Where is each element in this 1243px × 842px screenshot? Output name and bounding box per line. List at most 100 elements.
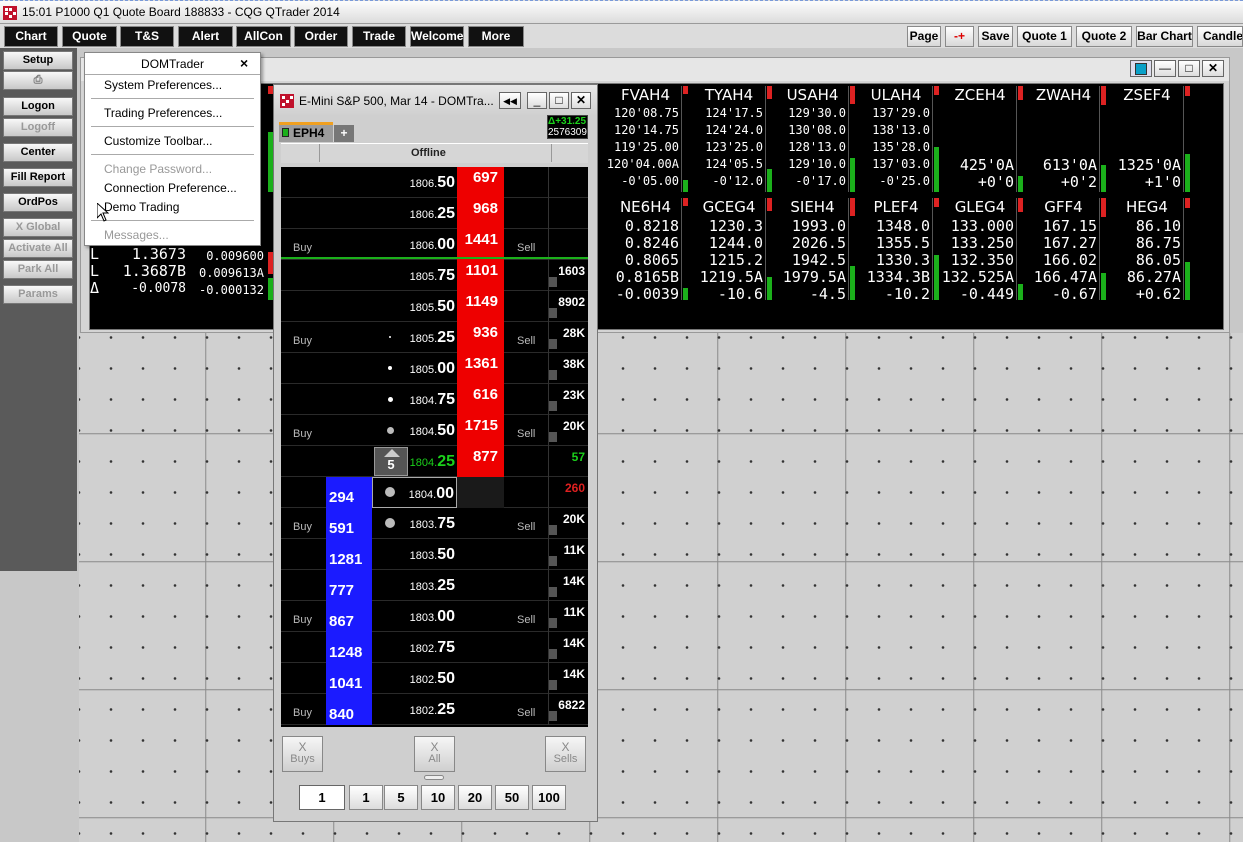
setup-button[interactable]: Setup bbox=[3, 51, 73, 70]
ladder-row[interactable]: 777 1803.25 14K bbox=[281, 570, 588, 601]
ladder-row[interactable]: 1248 1802.75 14K bbox=[281, 632, 588, 663]
quantity-preset-100[interactable]: 100 bbox=[532, 785, 566, 810]
buy-label[interactable]: Buy bbox=[293, 601, 323, 632]
ask-quantity[interactable]: 1441 bbox=[457, 229, 504, 260]
menu-quote[interactable]: Quote bbox=[62, 26, 117, 47]
dom-minimize-button[interactable]: _ bbox=[527, 92, 547, 109]
sell-label[interactable]: Sell bbox=[517, 322, 547, 353]
ask-quantity[interactable]: 1101 bbox=[457, 260, 504, 291]
bid-quantity[interactable]: 591 bbox=[326, 508, 372, 539]
menu-chart[interactable]: Chart bbox=[4, 26, 58, 47]
ladder-row[interactable]: 1804.25 877 57 bbox=[281, 446, 588, 477]
menu-ts[interactable]: T&S bbox=[120, 26, 174, 47]
quote-cell-gceg4[interactable]: GCEG4 1230.3 1244.0 1215.2 1219.5A -10.6 bbox=[690, 196, 772, 302]
ladder-row[interactable]: 1805.50 1149 8902 bbox=[281, 291, 588, 322]
link-color-button[interactable] bbox=[1130, 60, 1152, 77]
activate-all-button[interactable]: Activate All bbox=[3, 239, 73, 258]
buy-label[interactable]: Buy bbox=[293, 415, 323, 446]
ask-quantity[interactable]: 616 bbox=[457, 384, 504, 415]
splitter-handle[interactable] bbox=[424, 775, 444, 780]
bid-quantity[interactable]: 294 bbox=[326, 477, 372, 508]
quantity-preset-10[interactable]: 10 bbox=[421, 785, 455, 810]
quote-cell-ne6h4[interactable]: NE6H4 0.8218 0.8246 0.8065 0.8165B -0.0039 bbox=[607, 196, 688, 302]
dom-close-button[interactable]: ✕ bbox=[571, 92, 591, 109]
ladder-row[interactable]: 1806.50 697 bbox=[281, 167, 588, 198]
quote-cell-gleg4[interactable]: GLEG4 133.000 133.250 132.350 132.525A -0.449 bbox=[941, 196, 1023, 302]
quote-cell-plef4[interactable]: PLEF4 1348.0 1355.5 1330.3 1334.3B -10.2 bbox=[857, 196, 939, 302]
menu-item-change-password[interactable]: Change Password... bbox=[104, 162, 212, 176]
ladder-row[interactable]: Buy Sell 867 1803.00 11K bbox=[281, 601, 588, 632]
cancel-all-button[interactable]: X All bbox=[414, 736, 455, 772]
menu-allcon[interactable]: AllCon bbox=[236, 26, 291, 47]
quote-cell-heg4[interactable]: HEG4 86.10 86.75 86.05 86.27A +0.62 bbox=[1108, 196, 1190, 302]
bid-quantity[interactable]: 840 bbox=[326, 694, 372, 725]
price-ladder[interactable]: 1806.50 697 1806.25 968 Buy Sell 1806.00 1441 18… bbox=[281, 167, 588, 727]
buy-label[interactable]: Buy bbox=[293, 508, 323, 539]
menu-item-messages[interactable]: Messages... bbox=[104, 228, 169, 242]
logon-button[interactable]: Logon bbox=[3, 97, 73, 116]
sell-label[interactable]: Sell bbox=[517, 415, 547, 446]
menu-alert[interactable]: Alert bbox=[178, 26, 233, 47]
ask-quantity[interactable]: 1715 bbox=[457, 415, 504, 446]
bar-chart-button[interactable]: Bar Chart bbox=[1136, 26, 1193, 47]
ladder-row[interactable]: 1804.75 616 23K bbox=[281, 384, 588, 415]
menu-more[interactable]: More bbox=[468, 26, 524, 47]
save-button[interactable]: Save bbox=[978, 26, 1013, 47]
menu-item-connection-preference[interactable]: Connection Preference... bbox=[104, 181, 237, 195]
sell-label[interactable]: Sell bbox=[517, 229, 547, 260]
bid-quantity[interactable]: 777 bbox=[326, 570, 372, 601]
ladder-row[interactable]: Buy Sell 591 1803.75 20K bbox=[281, 508, 588, 539]
menu-trade[interactable]: Trade bbox=[352, 26, 406, 47]
menu-item-trading-preferences[interactable]: Trading Preferences... bbox=[104, 106, 222, 120]
add-tab-button[interactable]: + bbox=[334, 125, 354, 142]
quote2-button[interactable]: Quote 2 bbox=[1076, 26, 1132, 47]
quote-cell-fvah4[interactable]: FVAH4 120'08.75 120'14.75 119'25.00 120'04.0… bbox=[607, 84, 688, 194]
quantity-preset-20[interactable]: 20 bbox=[458, 785, 492, 810]
ladder-row[interactable]: 294 1804.00 260 bbox=[281, 477, 588, 508]
fill-report-button[interactable]: Fill Report bbox=[3, 168, 73, 187]
quantity-input[interactable]: 1 bbox=[299, 785, 345, 810]
sell-label[interactable]: Sell bbox=[517, 508, 547, 539]
ladder-row[interactable]: 1281 1803.50 11K bbox=[281, 539, 588, 570]
bid-quantity[interactable]: 867 bbox=[326, 601, 372, 632]
quote-cell-zwah4[interactable]: ZWAH4 613'0A +0'2 bbox=[1025, 84, 1106, 194]
buy-label[interactable]: Buy bbox=[293, 229, 323, 260]
park-all-button[interactable]: Park All bbox=[3, 260, 73, 279]
menu-item-demo-trading[interactable]: Demo Trading bbox=[104, 200, 179, 214]
quote-cell-usah4[interactable]: USAH4 129'30.0 130'08.0 128'13.0 129'10.0 -0'… bbox=[774, 84, 855, 194]
menu-item-system-preferences[interactable]: System Preferences... bbox=[104, 78, 222, 92]
ladder-row[interactable]: Buy Sell 840 1802.25 6822 bbox=[281, 694, 588, 725]
quote-cell-zsef4[interactable]: ZSEF4 1325'0A +1'0 bbox=[1108, 84, 1190, 194]
params-button[interactable]: Params bbox=[3, 285, 73, 304]
ask-quantity[interactable]: 877 bbox=[457, 446, 504, 477]
ladder-row[interactable]: Buy Sell 1804.50 1715 20K bbox=[281, 415, 588, 446]
quote-cell-ulah4[interactable]: ULAH4 137'29.0 138'13.0 135'28.0 137'03.0 -0'… bbox=[857, 84, 939, 194]
maximize-button[interactable]: □ bbox=[1178, 60, 1200, 77]
ladder-row[interactable]: Buy Sell 1805.25 936 28K bbox=[281, 322, 588, 353]
cancel-buys-button[interactable]: X Buys bbox=[282, 736, 323, 772]
close-button[interactable]: ✕ bbox=[1202, 60, 1224, 77]
candle-button[interactable]: Candle bbox=[1197, 26, 1243, 47]
quantity-preset-1[interactable]: 1 bbox=[349, 785, 383, 810]
ask-quantity[interactable]: 1149 bbox=[457, 291, 504, 322]
ordpos-button[interactable]: OrdPos bbox=[3, 193, 73, 212]
bid-quantity[interactable]: 1248 bbox=[326, 632, 372, 663]
collapse-button[interactable]: ◀◀ bbox=[499, 92, 521, 109]
quantity-preset-5[interactable]: 5 bbox=[384, 785, 418, 810]
menu-order[interactable]: Order bbox=[294, 26, 348, 47]
quantity-preset-50[interactable]: 50 bbox=[495, 785, 529, 810]
dom-maximize-button[interactable]: □ bbox=[549, 92, 569, 109]
quote-cell-sieh4[interactable]: SIEH4 1993.0 2026.5 1942.5 1979.5A -4.5 bbox=[774, 196, 855, 302]
ladder-row[interactable]: Buy Sell 1806.00 1441 bbox=[281, 229, 588, 260]
page-button[interactable]: Page bbox=[907, 26, 941, 47]
bid-quantity[interactable]: 1041 bbox=[326, 663, 372, 694]
plus-minus-button[interactable]: -+ bbox=[945, 26, 974, 47]
ladder-row[interactable]: 1806.25 968 bbox=[281, 198, 588, 229]
center-button[interactable]: Center bbox=[3, 143, 73, 162]
quote-cell-tyah4[interactable]: TYAH4 124'17.5 124'24.0 123'25.0 124'05.5 -0'… bbox=[690, 84, 772, 194]
buy-label[interactable]: Buy bbox=[293, 322, 323, 353]
ask-quantity[interactable]: 968 bbox=[457, 198, 504, 229]
ladder-row[interactable]: 1041 1802.50 14K bbox=[281, 663, 588, 694]
tab-eph4[interactable]: EPH4 bbox=[279, 122, 333, 142]
ladder-row[interactable]: 1805.75 1101 1603 bbox=[281, 260, 588, 291]
